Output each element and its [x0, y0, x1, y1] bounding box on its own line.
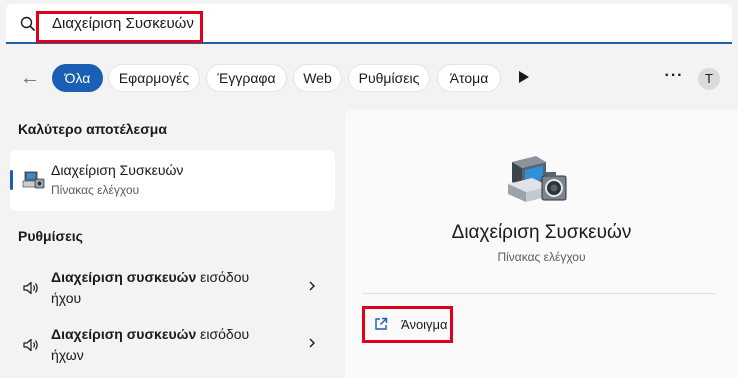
- setting-result-label-line2: ήχου: [51, 290, 82, 306]
- device-manager-icon: [22, 171, 45, 189]
- more-options-icon[interactable]: ···: [662, 66, 686, 90]
- open-button[interactable]: Άνοιγμα: [362, 306, 453, 343]
- detail-title: Διαχείριση Συσκευών: [451, 222, 632, 243]
- setting-result-item[interactable]: Διαχείριση συσκευών εισόδου ήχων: [10, 320, 335, 372]
- selection-indicator: [10, 170, 13, 190]
- play-icon[interactable]: [518, 70, 530, 84]
- tab-settings[interactable]: Ρυθμίσεις: [348, 64, 430, 92]
- back-arrow-icon[interactable]: ←: [18, 66, 42, 90]
- tab-people[interactable]: Άτομα: [437, 64, 501, 92]
- search-icon: [20, 16, 36, 32]
- tab-all[interactable]: Όλα: [52, 64, 103, 92]
- filter-row: ← Όλα Εφαρμογές Έγγραφα Web Ρυθμίσεις Άτ…: [0, 60, 738, 96]
- chevron-right-icon: [309, 281, 315, 291]
- search-highlight-box: [36, 11, 203, 43]
- tab-documents[interactable]: Έγγραφα: [206, 64, 287, 92]
- open-button-label: Άνοιγμα: [401, 317, 448, 332]
- tab-apps[interactable]: Εφαρμογές: [108, 64, 200, 92]
- detail-subtitle: Πίνακας ελέγχου: [497, 250, 586, 264]
- speaker-icon: [23, 338, 38, 352]
- chevron-right-icon: [309, 338, 315, 348]
- best-match-result[interactable]: Διαχείριση Συσκευών Πίνακας ελέγχου: [10, 150, 335, 211]
- avatar[interactable]: T: [698, 68, 720, 90]
- setting-result-label: Διαχείριση συσκευών εισόδου: [51, 326, 250, 342]
- setting-result-item[interactable]: Διαχείριση συσκευών εισόδου ήχου: [10, 263, 335, 315]
- search-bar[interactable]: Διαχείριση Συσκευών: [6, 4, 732, 44]
- tab-web[interactable]: Web: [293, 64, 342, 92]
- best-match-title: Διαχείριση Συσκευών: [51, 162, 184, 178]
- setting-result-label-line2: ήχων: [51, 347, 84, 363]
- open-external-icon: [375, 317, 388, 330]
- device-manager-icon: [508, 156, 567, 202]
- detail-panel: Διαχείριση Συσκευών Πίνακας ελέγχου Άνοι…: [345, 110, 738, 378]
- divider: [362, 293, 716, 294]
- speaker-icon: [23, 281, 38, 295]
- setting-result-label: Διαχείριση συσκευών εισόδου: [51, 269, 250, 285]
- best-match-heading: Καλύτερο αποτέλεσμα: [18, 121, 167, 137]
- best-match-subtitle: Πίνακας ελέγχου: [51, 183, 140, 197]
- settings-heading: Ρυθμίσεις: [18, 228, 83, 244]
